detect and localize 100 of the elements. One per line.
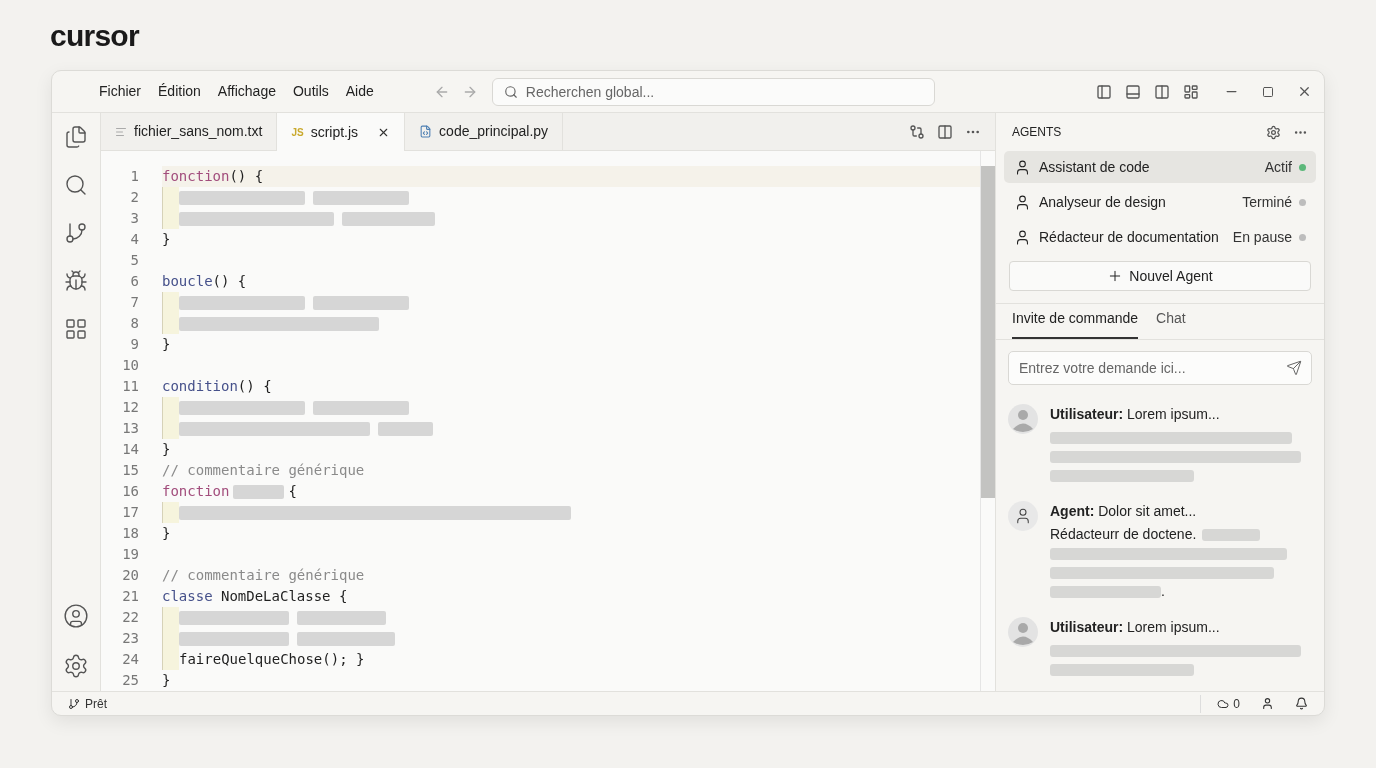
prompt-field[interactable]: Entrez votre demande ici... [1008, 351, 1312, 385]
line-number: 9 [129, 335, 139, 354]
message-text: Utilisateur: Lorem ipsum... [1050, 405, 1221, 424]
agent-avatar-icon [1008, 501, 1038, 531]
line-number: 6 [129, 272, 139, 291]
code-text: fonction [162, 482, 230, 501]
extensions-icon[interactable] [64, 317, 88, 341]
line-number: 13 [121, 419, 139, 438]
agent-status: Actif [1264, 157, 1292, 177]
line-number: 4 [129, 230, 139, 249]
tab-label: code_principal.py [439, 122, 549, 141]
brand-logo: cursor [50, 17, 139, 54]
line-number: 10 [121, 356, 139, 375]
settings-icon[interactable] [1266, 124, 1281, 140]
code-text: { [288, 482, 297, 501]
line-number: 24 [121, 650, 139, 669]
account-icon[interactable] [63, 603, 89, 629]
send-icon[interactable] [1286, 360, 1302, 376]
agent-name: Rédacteur de documentation [1039, 227, 1219, 247]
line-number: 5 [129, 251, 139, 270]
code-text: } [162, 335, 171, 354]
person-icon [1014, 193, 1031, 211]
sync-count: 0 [1233, 695, 1240, 713]
code-text: fonction [162, 167, 230, 186]
bell-icon[interactable] [1295, 697, 1308, 710]
user-avatar-icon [1008, 617, 1038, 647]
code-text: } [162, 671, 171, 690]
new-agent-button[interactable]: Nouvel Agent [1009, 261, 1311, 291]
layout-icon[interactable] [1183, 83, 1199, 100]
scrollbar-thumb[interactable] [981, 166, 995, 498]
code-text: faireQuelqueChose(); } [179, 650, 365, 669]
files-icon[interactable] [64, 125, 88, 149]
code-text: } [162, 524, 171, 543]
settings-icon[interactable] [63, 653, 89, 679]
compare-icon[interactable] [909, 123, 925, 140]
code-text: condition [162, 377, 238, 396]
panel-title: AGENTS [1012, 124, 1062, 141]
code-text: } [162, 440, 171, 459]
line-number: 2 [129, 188, 139, 207]
code-text: boucle [162, 272, 213, 291]
message-text: Agent: Dolor sit amet... [1050, 502, 1198, 521]
menu-item[interactable]: Affichage [217, 81, 276, 102]
redacted-code [378, 421, 433, 436]
split-view-icon[interactable] [1154, 83, 1170, 100]
agent-item[interactable]: Rédacteur de documentation En pause [1004, 221, 1316, 253]
code-comment: // commentaire générique [162, 461, 365, 480]
agent-name: Assistant de code [1039, 157, 1150, 177]
editor-tab[interactable]: code_principal.py [405, 113, 564, 150]
message-text: . [1161, 585, 1165, 598]
line-number: 25 [121, 671, 139, 690]
line-number: 16 [121, 482, 139, 501]
line-number: 18 [121, 524, 139, 543]
line-number: 15 [121, 461, 139, 480]
agent-item[interactable]: Assistant de code Actif [1004, 151, 1316, 183]
bottom-panel-icon[interactable] [1125, 83, 1141, 100]
line-number: 21 [121, 587, 139, 606]
line-number: 11 [121, 377, 139, 396]
menu-item[interactable]: Aide [345, 81, 374, 102]
search-icon [503, 84, 518, 99]
python-file-icon [419, 125, 433, 138]
code-text: NomDeLaClasse { [220, 587, 348, 606]
panel-tab[interactable]: Invite de commande [1012, 308, 1139, 339]
search-field[interactable]: Recherchen global... [491, 77, 935, 106]
panel-tab[interactable]: Chat [1156, 308, 1186, 339]
line-number: 17 [121, 503, 139, 522]
line-number: 7 [129, 293, 139, 312]
menu-item[interactable]: Édition [158, 81, 201, 102]
line-number: 8 [129, 314, 139, 333]
status-text: Prêt [85, 695, 107, 713]
maximize-icon[interactable] [1262, 85, 1274, 98]
person-icon [1014, 158, 1031, 176]
message-text: Rédacteurr de doctene. [1050, 528, 1197, 541]
menu-item[interactable]: Outils [292, 81, 329, 102]
source-control-icon[interactable] [64, 221, 88, 245]
line-number: 12 [121, 398, 139, 417]
message-text: Utilisateur: Lorem ipsum... [1050, 618, 1221, 637]
branch-icon [68, 697, 80, 710]
line-number: 3 [129, 209, 139, 228]
editor-tab[interactable]: JS script.js [277, 113, 406, 151]
person-icon[interactable] [1261, 697, 1274, 710]
close-icon[interactable] [1297, 84, 1312, 99]
agent-item[interactable]: Analyseur de design Terminé [1004, 186, 1316, 218]
search-icon[interactable] [64, 173, 88, 197]
code-text: } [162, 230, 171, 249]
code-text: classe [162, 587, 213, 606]
code-comment: // commentaire générique [162, 566, 365, 585]
left-sidebar-icon[interactable] [1096, 83, 1112, 100]
run-debug-icon[interactable] [64, 269, 88, 293]
agent-status: Terminé [1242, 192, 1292, 212]
tab-label: script.js [310, 122, 359, 142]
user-avatar-icon [1008, 404, 1038, 434]
line-number: 19 [121, 545, 139, 564]
menu-item[interactable]: Fichier [99, 81, 141, 102]
line-number: 14 [121, 440, 139, 459]
tab-label: fichier_sans_nom.txt [134, 122, 263, 141]
code-text: () { [237, 377, 272, 396]
redacted-code [233, 484, 285, 499]
code-text: () { [229, 167, 264, 186]
cloud-icon[interactable] [1217, 697, 1230, 710]
split-editor-icon[interactable] [937, 123, 953, 140]
